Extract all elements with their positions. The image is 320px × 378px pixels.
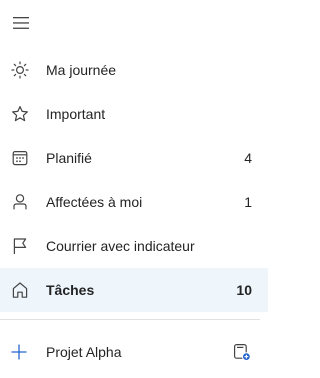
new-group-icon[interactable] xyxy=(232,342,252,362)
new-list-input[interactable] xyxy=(42,341,216,363)
hamburger-icon xyxy=(12,16,30,30)
sun-icon xyxy=(10,60,30,80)
sidebar-item-tasks[interactable]: Tâches 10 xyxy=(0,268,268,312)
sidebar-item-label: Courrier avec indicateur xyxy=(46,238,195,254)
sidebar-nav: Ma journée Important Planifié 4 Affectée… xyxy=(0,48,268,312)
plus-icon[interactable] xyxy=(9,342,29,362)
sidebar-item-label: Ma journée xyxy=(46,62,117,78)
star-icon xyxy=(10,104,30,124)
sidebar-item-important[interactable]: Important xyxy=(0,92,268,136)
sidebar-item-count: 4 xyxy=(244,150,252,166)
sidebar-item-label: Important xyxy=(46,106,106,122)
divider xyxy=(0,319,260,320)
sidebar-item-assigned-to-me[interactable]: Affectées à moi 1 xyxy=(0,180,268,224)
menu-button[interactable] xyxy=(9,11,33,35)
sidebar-item-planned[interactable]: Planifié 4 xyxy=(0,136,268,180)
new-list-row xyxy=(0,334,268,370)
calendar-icon xyxy=(10,148,30,168)
sidebar-item-label: Tâches xyxy=(46,282,95,298)
sidebar-item-count: 10 xyxy=(236,282,252,298)
home-icon xyxy=(10,280,30,300)
sidebar-item-flagged-email[interactable]: Courrier avec indicateur xyxy=(0,224,268,268)
person-icon xyxy=(10,192,30,212)
sidebar-item-my-day[interactable]: Ma journée xyxy=(0,48,268,92)
sidebar-item-count: 1 xyxy=(244,194,252,210)
flag-icon xyxy=(10,236,30,256)
sidebar-item-label: Affectées à moi xyxy=(46,194,143,210)
sidebar-item-label: Planifié xyxy=(46,150,92,166)
